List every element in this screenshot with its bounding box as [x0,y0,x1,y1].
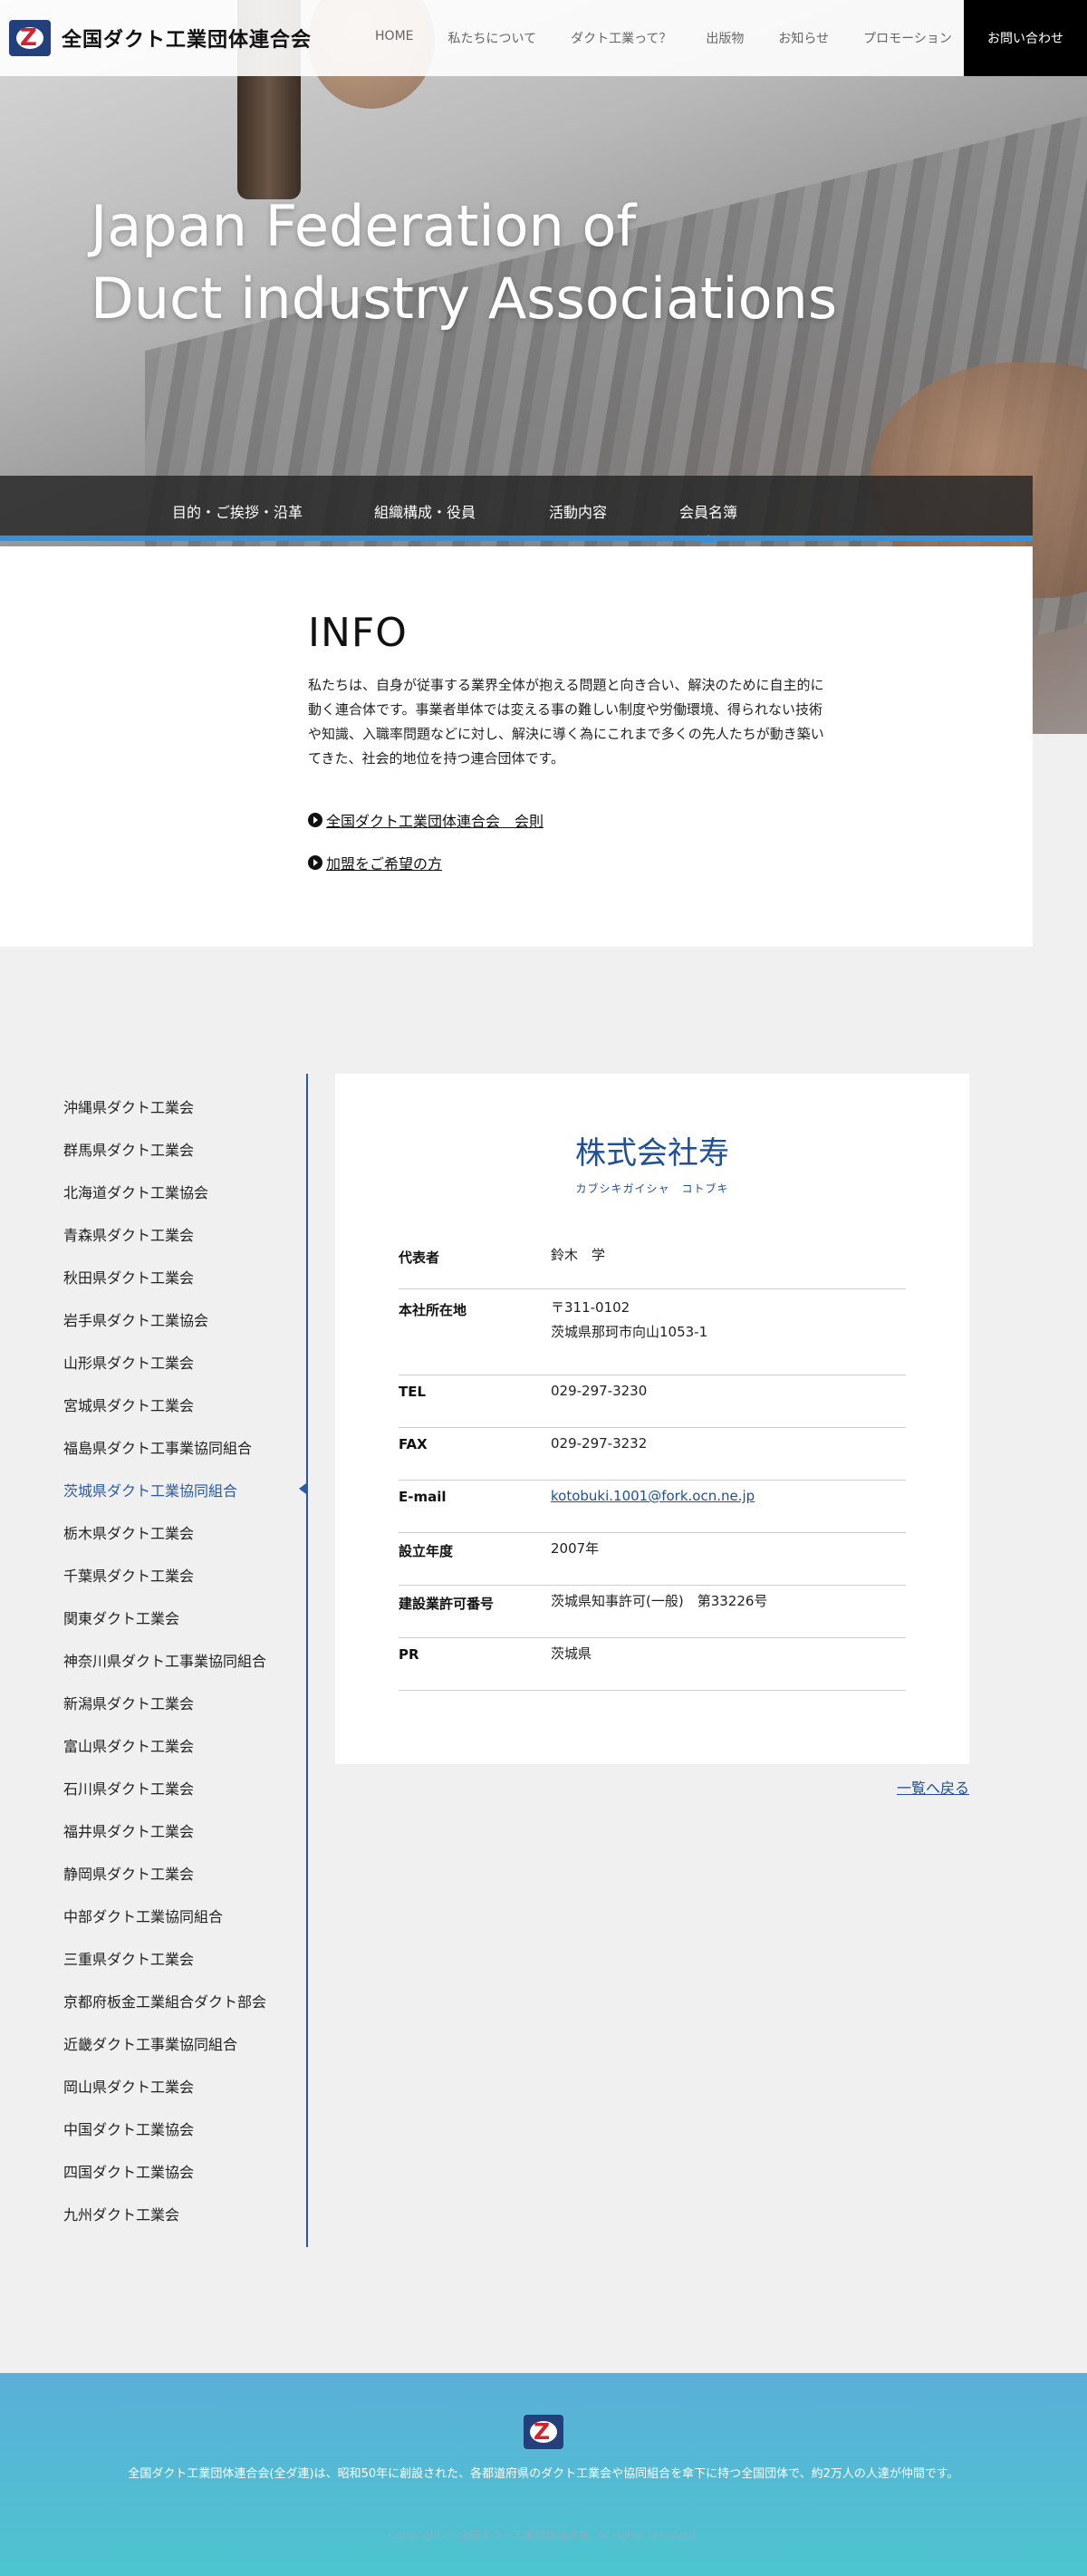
sidebar-item[interactable]: 福島県ダクト工事業協同組合 [63,1436,252,1458]
detail-label: E-mail [399,1489,447,1505]
sidebar-item[interactable]: 富山県ダクト工業会 [63,1734,194,1756]
detail-value: 2007年 [551,1540,600,1557]
sidebar-item[interactable]: 新潟県ダクト工業会 [63,1692,194,1713]
subnav-organization[interactable]: 組織構成・役員 [374,500,476,522]
arrow-right-icon [308,855,322,870]
site-header: 全国ダクト工業団体連合会 HOME 私たちについて ダクト工業って？ 出版物 お… [0,0,1087,76]
nav-duct-industry[interactable]: ダクト工業って？ [571,29,671,47]
sidebar-item[interactable]: 宮城県ダクト工業会 [63,1394,194,1415]
sidebar-item[interactable]: 静岡県ダクト工業会 [63,1862,194,1884]
detail-label: TEL [399,1384,427,1400]
detail-label: 設立年度 [399,1543,454,1559]
hero-title: Japan Federation of Duct industry Associ… [91,190,837,335]
detail-value: kotobuki.1001@fork.ocn.ne.jp [551,1484,755,1509]
sidebar-item-active[interactable]: 茨城県ダクト工業協同組合 [63,1479,237,1500]
detail-label: 建設業許可番号 [399,1596,495,1612]
detail-value: 029-297-3230 [551,1383,648,1399]
hero-title-line2: Duct industry Associations [91,265,838,332]
nav-home[interactable]: HOME [375,29,413,47]
sidebar-item[interactable]: 京都府板金工業組合ダクト部会 [63,1990,266,2012]
main-nav: HOME 私たちについて ダクト工業って？ 出版物 お知らせ プロモーション [375,29,986,47]
back-to-list-link[interactable]: 一覧へ戻る [897,1776,969,1798]
sidebar-item[interactable]: 岩手県ダクト工業協会 [63,1308,208,1330]
hero-title-line1: Japan Federation of [91,193,637,259]
member-sidebar: 沖縄県ダクト工業会 群馬県ダクト工業会 北海道ダクト工業協会 青森県ダクト工業会… [0,1074,308,2247]
subnav-purpose[interactable]: 目的・ご挨拶・沿革 [172,500,303,522]
detail-label: 代表者 [399,1249,440,1266]
copyright: Copyright © 全国ダクト工業団体連合会. All rights res… [388,2529,699,2542]
detail-value: 鈴木 学 [551,1247,606,1263]
sidebar-item[interactable]: 石川県ダクト工業会 [63,1777,194,1799]
detail-row-license: 建設業許可番号 茨城県知事許可(一般) 第33226号 [399,1593,906,1638]
site-logo[interactable]: 全国ダクト工業団体連合会 [9,20,312,56]
detail-label: FAX [399,1436,428,1452]
info-section: INFO 私たちは、自身が従事する業界全体が抱える問題と向き合い、解決のために自… [0,546,1033,947]
detail-row-tel: TEL 029-297-3230 [399,1383,906,1428]
sidebar-item[interactable]: 岡山県ダクト工業会 [63,2075,194,2097]
sidebar-item[interactable]: 群馬県ダクト工業会 [63,1138,194,1160]
logo-icon [9,20,51,56]
logo-text: 全国ダクト工業団体連合会 [62,29,313,52]
bylaws-link[interactable]: 全国ダクト工業団体連合会 会則 [308,809,544,831]
sidebar-item[interactable]: 福井県ダクト工業会 [63,1819,194,1841]
nav-publications[interactable]: 出版物 [706,29,744,47]
sidebar-item[interactable]: 中国ダクト工業協会 [63,2118,194,2139]
sidebar-item[interactable]: 九州ダクト工業会 [63,2203,179,2224]
bylaws-link-label: 全国ダクト工業団体連合会 会則 [326,813,544,830]
detail-value-postal: 〒311-0102 [551,1299,630,1316]
detail-row-founded: 設立年度 2007年 [399,1540,906,1586]
nav-promotion[interactable]: プロモーション [863,29,952,47]
site-footer: 全国ダクト工業団体連合会(全ダ連)は、昭和50年に創設された、各都道府県のダクト… [0,2373,1087,2576]
company-name: 株式会社寿 [575,1135,729,1172]
company-kana: カブシキガイシャ コトブキ [575,1182,729,1195]
sidebar-item[interactable]: 山形県ダクト工業会 [63,1351,194,1373]
arrow-right-icon [308,813,322,827]
detail-row-fax: FAX 029-297-3232 [399,1435,906,1481]
sidebar-item[interactable]: 沖縄県ダクト工業会 [63,1095,194,1117]
subnav-activities[interactable]: 活動内容 [549,500,607,522]
sidebar-item[interactable]: 秋田県ダクト工業会 [63,1266,194,1288]
email-link[interactable]: kotobuki.1001@fork.ocn.ne.jp [551,1488,755,1504]
detail-row-address: 本社所在地 〒311-0102 茨城県那珂市向山1053-1 [399,1299,906,1375]
sidebar-item[interactable]: 四国ダクト工業協会 [63,2160,194,2182]
nav-about[interactable]: 私たちについて [448,29,537,47]
join-link-label: 加盟をご希望の方 [326,855,443,873]
detail-label: 本社所在地 [399,1302,467,1318]
sidebar-item[interactable]: 関東ダクト工業会 [63,1606,179,1628]
join-link[interactable]: 加盟をご希望の方 [308,852,442,873]
detail-value: 茨城県知事許可(一般) 第33226号 [551,1593,768,1609]
sidebar-item[interactable]: 北海道ダクト工業協会 [63,1181,208,1202]
detail-label: PR [399,1646,419,1663]
sidebar-item[interactable]: 近畿ダクト工事業協同組合 [63,2032,237,2054]
sidebar-item[interactable]: 中部ダクト工業協同組合 [63,1905,223,1926]
sidebar-item[interactable]: 青森県ダクト工業会 [63,1223,194,1245]
sidebar-item[interactable]: 神奈川県ダクト工事業協同組合 [63,1649,266,1671]
sub-nav: 目的・ご挨拶・沿革 組織構成・役員 活動内容 会員名簿 [0,476,1033,543]
info-title: INFO [308,610,408,656]
detail-value: 茨城県 [551,1645,592,1662]
detail-row-pr: PR 茨城県 [399,1645,906,1691]
sidebar-item[interactable]: 千葉県ダクト工業会 [63,1564,194,1586]
footer-text: 全国ダクト工業団体連合会(全ダ連)は、昭和50年に創設された、各都道府県のダクト… [128,2467,959,2481]
sidebar-item[interactable]: 三重県ダクト工業会 [63,1947,194,1969]
active-marker-icon [299,1483,306,1494]
footer-logo-icon[interactable] [524,2415,563,2449]
subnav-member-list[interactable]: 会員名簿 [679,500,737,543]
info-text: 私たちは、自身が従事する業界全体が抱える問題と向き合い、解決のために自主的に動く… [308,677,824,767]
sidebar-item[interactable]: 栃木県ダクト工業会 [63,1521,194,1543]
detail-row-email: E-mail kotobuki.1001@fork.ocn.ne.jp [399,1488,906,1533]
detail-value-address: 茨城県那珂市向山1053-1 [551,1324,708,1340]
detail-value: 029-297-3232 [551,1435,648,1452]
detail-row-representative: 代表者 鈴木 学 [399,1247,906,1289]
nav-news[interactable]: お知らせ [778,29,829,47]
company-card: 株式会社寿 カブシキガイシャ コトブキ 代表者 鈴木 学 本社所在地 〒311-… [335,1074,969,1764]
contact-button[interactable]: お問い合わせ [964,0,1087,76]
